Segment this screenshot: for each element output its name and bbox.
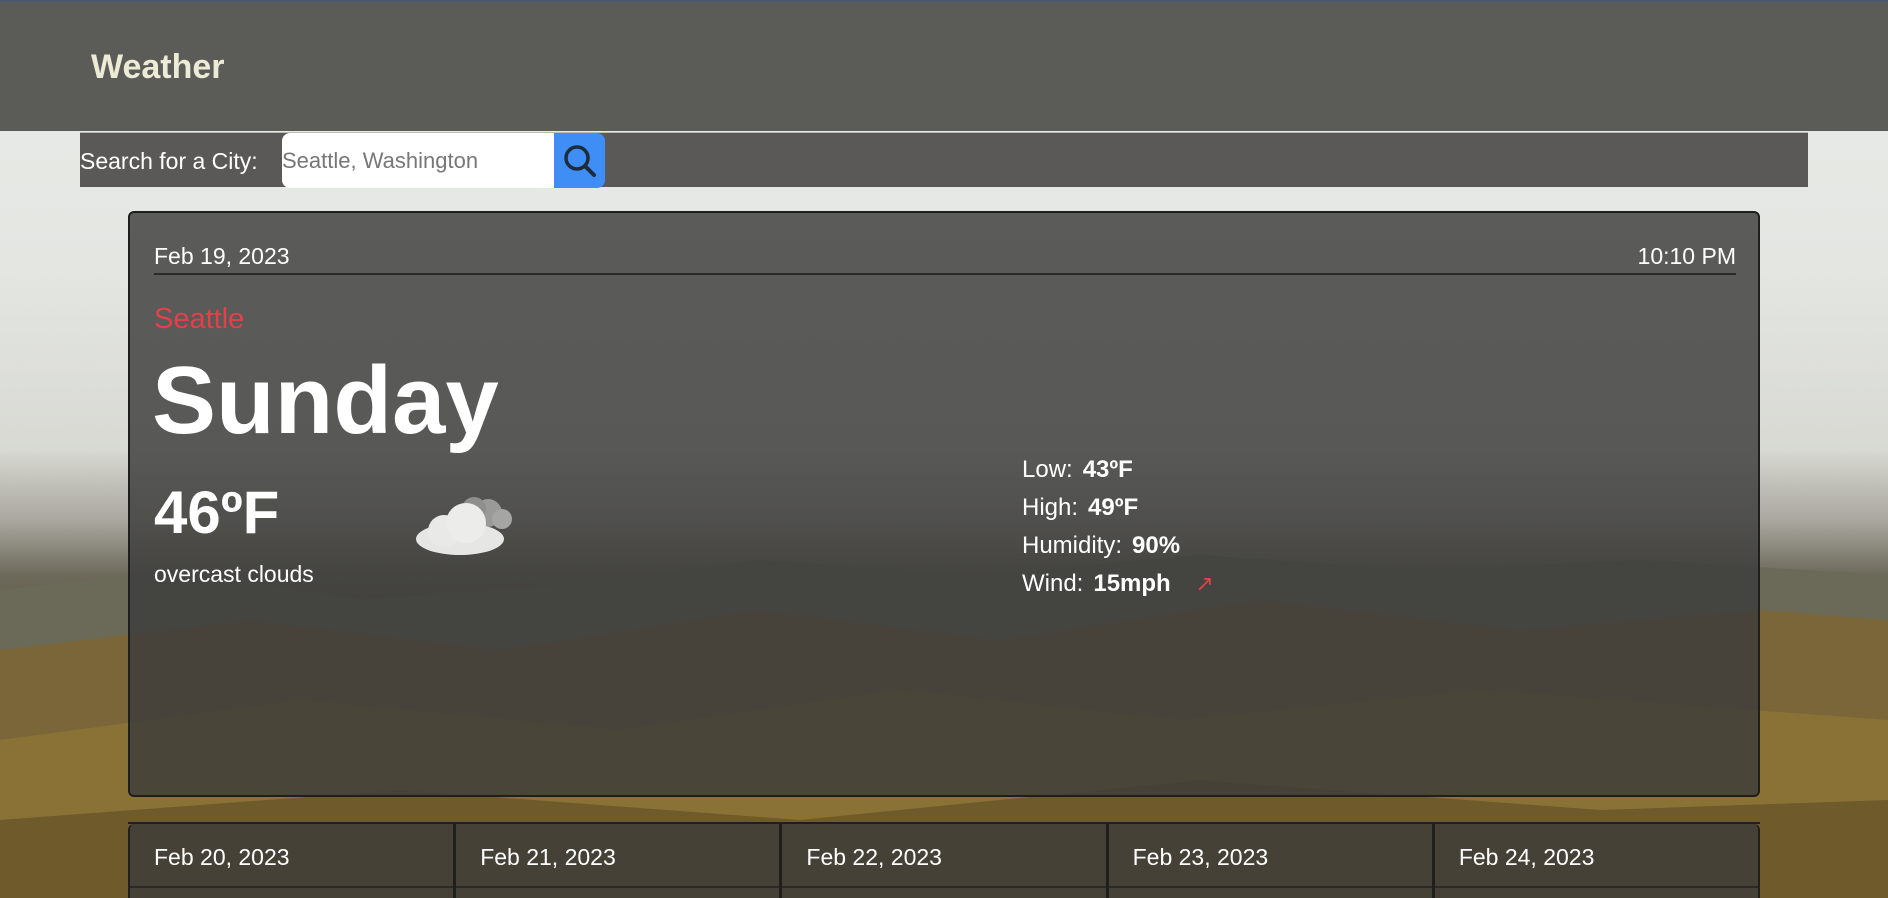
header-divider — [154, 277, 1736, 278]
search-icon — [563, 144, 596, 177]
app-title[interactable]: Weather — [91, 48, 225, 87]
stat-high: High: 49ºF — [1022, 494, 1214, 532]
city-search-input[interactable] — [282, 133, 554, 188]
forecast-date: Feb 21, 2023 — [480, 844, 616, 870]
current-time: 10:10 PM — [1637, 243, 1736, 269]
forecast-divider — [456, 886, 780, 888]
forecast-divider — [1108, 886, 1432, 888]
forecast-card[interactable]: Feb 23, 2023 — [1106, 824, 1433, 898]
stat-value: 90% — [1132, 532, 1181, 559]
forecast-date: Feb 20, 2023 — [154, 844, 290, 870]
search-bar: Search for a City: — [80, 132, 1808, 188]
forecast-card[interactable]: Feb 21, 2023 — [454, 824, 781, 898]
city-name: Seattle — [154, 303, 245, 335]
stat-value: 15mph — [1093, 570, 1171, 597]
stat-label: High: — [1022, 494, 1079, 521]
forecast-divider — [782, 886, 1106, 888]
forecast-row: Feb 20, 2023 Feb 21, 2023 Feb 22, 2023 F… — [128, 822, 1761, 898]
stat-label: Humidity: — [1022, 532, 1123, 559]
top-navbar: Weather — [0, 0, 1888, 131]
current-weather-card: Feb 19, 2023 10:10 PM Seattle Sunday 46º… — [128, 211, 1760, 797]
forecast-card[interactable]: Feb 24, 2023 — [1432, 824, 1761, 898]
stat-label: Wind: — [1022, 570, 1084, 597]
forecast-divider — [130, 886, 454, 888]
forecast-card[interactable]: Feb 22, 2023 — [780, 824, 1107, 898]
forecast-date: Feb 23, 2023 — [1132, 844, 1269, 870]
search-label: Search for a City: — [80, 148, 258, 174]
forecast-date: Feb 22, 2023 — [806, 844, 942, 870]
card-header: Feb 19, 2023 10:10 PM — [154, 231, 1736, 275]
stat-label: Low: — [1022, 456, 1073, 483]
stat-low: Low: 43ºF — [1022, 456, 1214, 494]
forecast-divider — [1434, 886, 1759, 888]
forecast-card[interactable]: Feb 20, 2023 — [128, 824, 455, 898]
forecast-date: Feb 24, 2023 — [1458, 844, 1595, 870]
weather-stats: Low: 43ºF High: 49ºF Humidity: 90% Wind: 15m… — [1022, 456, 1214, 608]
current-temperature: 46ºF — [154, 479, 280, 546]
stat-value: 43ºF — [1082, 456, 1133, 483]
day-name: Sunday — [152, 347, 499, 454]
wind-direction-arrow-icon: ↗ — [1195, 571, 1214, 596]
weather-description: overcast clouds — [154, 561, 314, 587]
overcast-cloud-icon — [416, 497, 512, 555]
stat-humidity: Humidity: 90% — [1022, 532, 1214, 570]
current-date: Feb 19, 2023 — [154, 243, 290, 269]
stat-wind: Wind: 15mph ↗ — [1022, 570, 1214, 608]
search-button[interactable] — [554, 133, 605, 188]
stat-value: 49ºF — [1088, 494, 1139, 521]
